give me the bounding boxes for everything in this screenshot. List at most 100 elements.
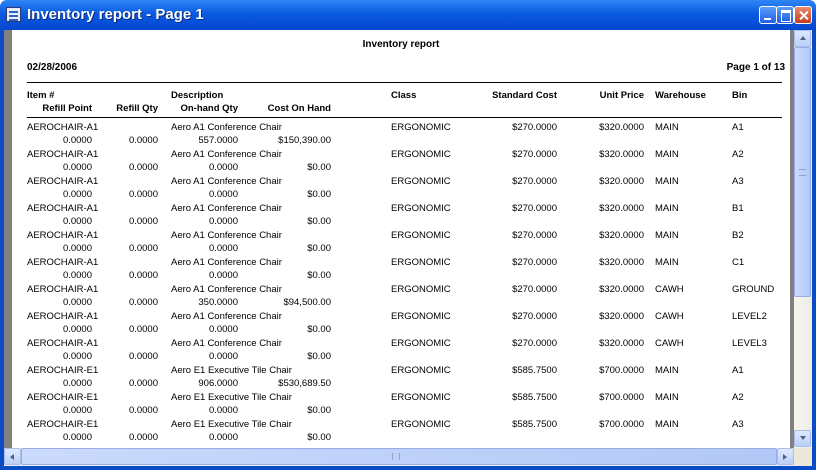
cell-bin: A3 — [732, 419, 744, 430]
header-refill-qty: Refill Qty — [116, 103, 158, 114]
cell-refill-point: 0.0000 — [62, 135, 92, 146]
cell-standard-cost: $270.0000 — [512, 203, 557, 214]
cell-onhand-qty: 0.0000 — [208, 162, 238, 173]
cell-unit-price: $700.0000 — [599, 392, 644, 403]
cell-item-number: AEROCHAIR-A1 — [27, 284, 99, 295]
cell-item-number: AEROCHAIR-A1 — [27, 176, 99, 187]
cell-warehouse: CAWH — [655, 284, 684, 295]
header-class: Class — [391, 90, 417, 101]
cell-description: Aero A1 Conference Chair — [171, 149, 282, 160]
header-cost-on-hand: Cost On Hand — [267, 103, 331, 114]
cell-onhand-qty: 0.0000 — [208, 243, 238, 254]
cell-bin: A2 — [732, 149, 744, 160]
vertical-scroll-thumb[interactable] — [794, 47, 811, 297]
header-description: Description — [171, 90, 224, 101]
cell-item-number: AEROCHAIR-A1 — [27, 230, 99, 241]
cell-standard-cost: $270.0000 — [512, 311, 557, 322]
cell-cost-on-hand: $0.00 — [307, 216, 331, 227]
cell-refill-qty: 0.0000 — [128, 432, 158, 443]
cell-standard-cost: $270.0000 — [512, 122, 557, 133]
cell-warehouse: MAIN — [655, 203, 679, 214]
report-title: Inventory report — [362, 39, 440, 50]
cell-bin: LEVEL2 — [732, 311, 767, 322]
cell-onhand-qty: 0.0000 — [208, 351, 238, 362]
cell-cost-on-hand: $0.00 — [307, 324, 331, 335]
horizontal-scrollbar[interactable] — [4, 448, 794, 466]
report-viewport: Inventory report 02/28/2006 Page 1 of 13… — [4, 30, 794, 448]
close-button[interactable] — [794, 6, 812, 24]
vertical-scrollbar[interactable] — [794, 30, 812, 448]
cell-refill-point: 0.0000 — [62, 297, 92, 308]
cell-warehouse: MAIN — [655, 365, 679, 376]
cell-refill-point: 0.0000 — [62, 189, 92, 200]
cell-unit-price: $700.0000 — [599, 419, 644, 430]
cell-refill-qty: 0.0000 — [128, 297, 158, 308]
scroll-left-button[interactable] — [4, 448, 21, 465]
cell-refill-point: 0.0000 — [62, 216, 92, 227]
window-title: Inventory report - Page 1 — [27, 6, 204, 23]
cell-unit-price: $320.0000 — [599, 203, 644, 214]
cell-cost-on-hand: $0.00 — [307, 351, 331, 362]
cell-class: ERGONOMIC — [391, 311, 451, 322]
cell-bin: LEVEL3 — [732, 338, 767, 349]
cell-description: Aero E1 Executive Tile Chair — [171, 365, 292, 376]
title-bar[interactable]: Inventory report - Page 1 — [0, 0, 816, 30]
header-unit-price: Unit Price — [599, 90, 644, 101]
cell-cost-on-hand: $0.00 — [307, 162, 331, 173]
cell-class: ERGONOMIC — [391, 365, 451, 376]
scroll-right-button[interactable] — [777, 448, 794, 465]
cell-unit-price: $320.0000 — [599, 149, 644, 160]
cell-refill-point: 0.0000 — [62, 243, 92, 254]
grip-icon — [799, 169, 806, 176]
cell-class: ERGONOMIC — [391, 176, 451, 187]
cell-cost-on-hand: $0.00 — [307, 270, 331, 281]
cell-description: Aero A1 Conference Chair — [171, 176, 282, 187]
cell-description: Aero A1 Conference Chair — [171, 338, 282, 349]
cell-standard-cost: $585.7500 — [512, 365, 557, 376]
scroll-up-button[interactable] — [794, 30, 811, 47]
cell-warehouse: CAWH — [655, 311, 684, 322]
cell-cost-on-hand: $150,390.00 — [278, 135, 331, 146]
cell-class: ERGONOMIC — [391, 203, 451, 214]
arrow-right-icon — [783, 454, 787, 460]
cell-cost-on-hand: $94,500.00 — [283, 297, 331, 308]
header-standard-cost: Standard Cost — [492, 90, 557, 101]
cell-refill-qty: 0.0000 — [128, 405, 158, 416]
report-app-icon[interactable] — [6, 7, 21, 22]
cell-warehouse: MAIN — [655, 257, 679, 268]
cell-description: Aero A1 Conference Chair — [171, 203, 282, 214]
cell-description: Aero A1 Conference Chair — [171, 311, 282, 322]
cell-onhand-qty: 557.0000 — [198, 135, 238, 146]
cell-class: ERGONOMIC — [391, 122, 451, 133]
cell-onhand-qty: 906.0000 — [198, 378, 238, 389]
cell-onhand-qty: 0.0000 — [208, 189, 238, 200]
header-onhand-qty: On-hand Qty — [180, 103, 238, 114]
cell-onhand-qty: 0.0000 — [208, 405, 238, 416]
cell-refill-qty: 0.0000 — [128, 351, 158, 362]
maximize-button[interactable] — [776, 6, 794, 24]
cell-refill-point: 0.0000 — [62, 432, 92, 443]
scroll-down-button[interactable] — [794, 430, 811, 447]
cell-bin: A3 — [732, 176, 744, 187]
header-refill-point: Refill Point — [42, 103, 92, 114]
cell-warehouse: MAIN — [655, 176, 679, 187]
cell-item-number: AEROCHAIR-A1 — [27, 149, 99, 160]
cell-item-number: AEROCHAIR-E1 — [27, 419, 99, 430]
minimize-button[interactable] — [759, 6, 777, 24]
cell-standard-cost: $270.0000 — [512, 257, 557, 268]
horizontal-scroll-thumb[interactable] — [21, 448, 777, 465]
cell-onhand-qty: 0.0000 — [208, 216, 238, 227]
cell-unit-price: $320.0000 — [599, 257, 644, 268]
cell-item-number: AEROCHAIR-A1 — [27, 203, 99, 214]
arrow-up-icon — [800, 36, 806, 40]
report-window: Inventory report - Page 1 Inventory repo… — [0, 0, 816, 470]
cell-item-number: AEROCHAIR-A1 — [27, 311, 99, 322]
cell-refill-qty: 0.0000 — [128, 189, 158, 200]
cell-cost-on-hand: $0.00 — [307, 243, 331, 254]
cell-unit-price: $320.0000 — [599, 338, 644, 349]
cell-item-number: AEROCHAIR-A1 — [27, 338, 99, 349]
cell-class: ERGONOMIC — [391, 284, 451, 295]
cell-item-number: AEROCHAIR-E1 — [27, 392, 99, 403]
cell-refill-qty: 0.0000 — [128, 216, 158, 227]
cell-standard-cost: $270.0000 — [512, 338, 557, 349]
